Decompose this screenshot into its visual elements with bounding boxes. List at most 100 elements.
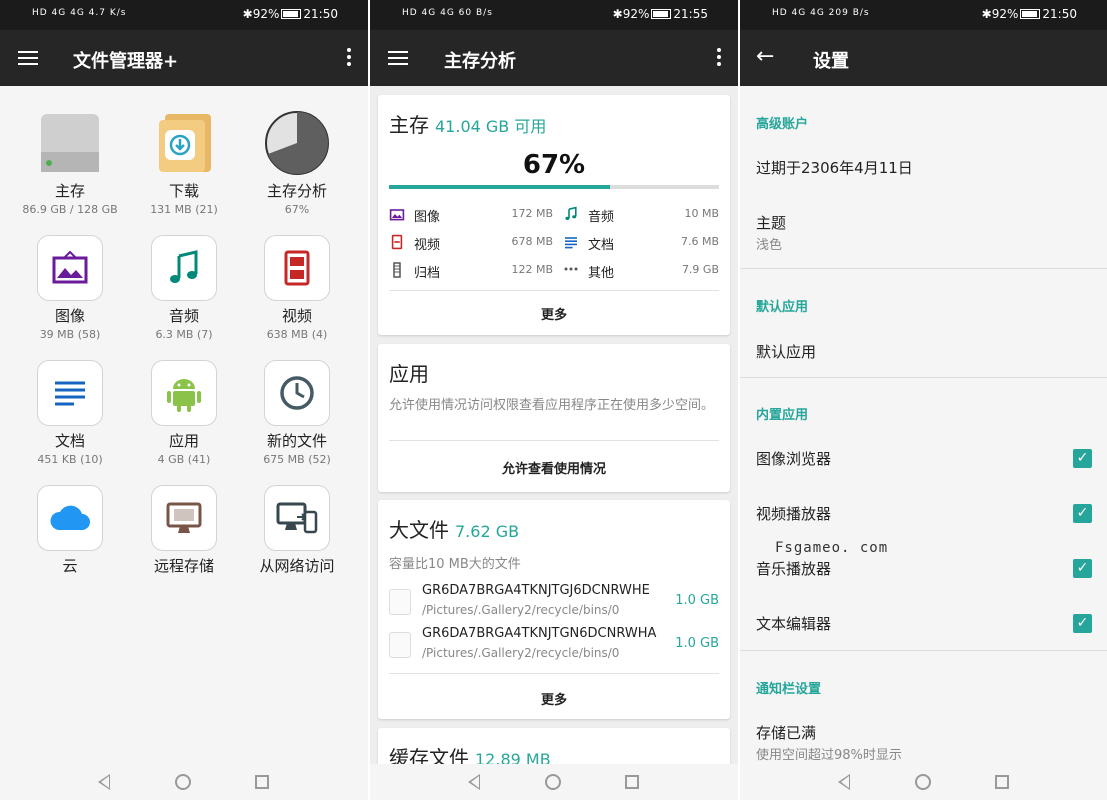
back-arrow-icon[interactable]: ← [756, 44, 774, 69]
storage-available: 41.04 GB 可用 [435, 117, 547, 136]
category-label: 远程存储 [153, 557, 214, 575]
storage-more-button[interactable]: 更多 [378, 304, 730, 323]
large-files-more-button[interactable]: 更多 [378, 689, 730, 708]
builtin-app-setting[interactable]: 音乐播放器 [756, 558, 831, 579]
category-tile[interactable]: 图像 39 MB (58) [15, 235, 125, 341]
screen-title: 主存分析 [444, 51, 516, 72]
storage-full-desc: 使用空间超过98%时显示 [756, 748, 902, 763]
status-bar: HD 4G 4G 209 B/s ✱92% 21:50 [740, 0, 1107, 30]
overflow-menu-icon[interactable] [346, 48, 352, 68]
category-label: 新的文件 [266, 432, 327, 450]
battery-percent: 92% [622, 7, 650, 21]
storage-progress-bar [389, 185, 719, 189]
expiry-setting[interactable]: 过期于2306年4月11日 [756, 157, 913, 178]
section-notification: 通知栏设置 [756, 682, 822, 697]
menu-icon[interactable] [388, 51, 408, 65]
status-network: HD 4G 4G 60 B/s [402, 8, 493, 18]
divider [740, 377, 1107, 378]
storage-stat-film[interactable]: 视频 678 MB [389, 234, 553, 254]
nav-home-icon[interactable] [175, 774, 191, 790]
stat-label: 图像 [414, 210, 441, 225]
large-files-desc: 容量比10 MB大的文件 [389, 557, 521, 572]
category-tile[interactable]: 下载 131 MB (21) [129, 110, 239, 216]
category-tile[interactable]: 从网络访问 [242, 485, 352, 576]
nav-back-icon[interactable] [838, 774, 850, 790]
category-label: 主存 [54, 182, 85, 200]
status-bar: HD 4G 4G 60 B/s ✱92% 21:55 [370, 0, 738, 30]
category-label: 下载 [168, 182, 199, 200]
storage-full-setting[interactable]: 存储已满 [756, 722, 816, 743]
status-bar: HD 4G 4G 4.7 K/s ✱92% 21:50 [0, 0, 368, 30]
nav-recent-icon[interactable] [995, 775, 1009, 789]
overflow-menu-icon[interactable] [716, 48, 722, 68]
music-note-icon [151, 235, 217, 301]
builtin-app-checkbox[interactable]: ✓ [1073, 504, 1092, 523]
settings-screen: HD 4G 4G 209 B/s ✱92% 21:50 ← 设置 高级账户 过期于… [740, 0, 1107, 800]
builtin-app-checkbox[interactable]: ✓ [1073, 614, 1092, 633]
nav-home-icon[interactable] [915, 774, 931, 790]
apps-card-title: 应用 [389, 362, 429, 386]
category-tile[interactable]: 主存 86.9 GB / 128 GB [15, 110, 125, 216]
image-icon [389, 206, 405, 225]
clock-icon [264, 360, 330, 426]
screen-title: 设置 [813, 51, 849, 72]
large-file-row[interactable]: GR6DA7BRGA4TKNJTGN6DCNRWHA/Pictures/.Gal… [389, 626, 719, 666]
download-folder-icon [151, 110, 217, 176]
pie-chart-icon [264, 110, 330, 176]
builtin-app-setting[interactable]: 图像浏览器 [756, 448, 831, 469]
network-devices-icon [264, 485, 330, 551]
battery-icon [281, 9, 302, 19]
stat-label: 归档 [414, 266, 441, 281]
category-tile[interactable]: 音频 6.3 MB (7) [129, 235, 239, 341]
storage-stat-archive[interactable]: 归档 122 MB [389, 262, 553, 282]
nav-recent-icon[interactable] [625, 775, 639, 789]
builtin-app-setting[interactable]: 文本编辑器 [756, 613, 831, 634]
nav-back-icon[interactable] [468, 774, 480, 790]
builtin-app-setting[interactable]: 视频播放器 [756, 503, 831, 524]
storage-drive-icon [37, 110, 103, 176]
category-tile[interactable]: 主存分析 67% [242, 110, 352, 216]
stat-label: 其他 [588, 266, 615, 281]
section-premium: 高级账户 [756, 117, 809, 132]
category-label: 应用 [168, 432, 199, 450]
large-file-row[interactable]: GR6DA7BRGA4TKNJTGJ6DCNRWHE/Pictures/.Gal… [389, 583, 719, 623]
storage-stat-music-note[interactable]: 音频 10 MB [563, 206, 719, 226]
status-time: 21:50 [303, 7, 338, 21]
category-tile[interactable]: 新的文件 675 MB (52) [242, 360, 352, 466]
system-nav-bar [0, 764, 368, 800]
category-tile[interactable]: 文档 451 KB (10) [15, 360, 125, 466]
category-tile[interactable]: 应用 4 GB (41) [129, 360, 239, 466]
menu-icon[interactable] [18, 51, 38, 65]
section-default-apps: 默认应用 [756, 300, 809, 315]
storage-stat-image[interactable]: 图像 172 MB [389, 206, 553, 226]
stat-value: 678 MB [511, 235, 553, 248]
category-label: 云 [62, 557, 78, 575]
file-icon [389, 589, 411, 615]
large-files-title: 大文件 7.62 GB [389, 518, 520, 542]
category-tile[interactable]: 云 [15, 485, 125, 576]
builtin-app-checkbox[interactable]: ✓ [1073, 449, 1092, 468]
builtin-app-checkbox[interactable]: ✓ [1073, 559, 1092, 578]
stat-value: 122 MB [511, 263, 553, 276]
divider [389, 290, 719, 291]
system-nav-bar [740, 764, 1107, 800]
file-manager-home-screen: HD 4G 4G 4.7 K/s ✱92% 21:50 文件管理器+ 主存 86.9… [0, 0, 368, 800]
file-path: /Pictures/.Gallery2/recycle/bins/0 [422, 646, 620, 660]
status-right: ✱92% 21:50 [981, 7, 1077, 21]
nav-recent-icon[interactable] [255, 775, 269, 789]
category-size: 131 MB (21) [150, 203, 218, 216]
category-size: 86.9 GB / 128 GB [22, 203, 118, 216]
category-tile[interactable]: 视频 638 MB (4) [242, 235, 352, 341]
divider [389, 440, 719, 441]
music-note-icon [563, 206, 579, 225]
storage-stat-more-dots[interactable]: 其他 7.9 GB [563, 262, 719, 282]
default-apps-setting[interactable]: 默认应用 [756, 341, 816, 362]
nav-back-icon[interactable] [98, 774, 110, 790]
storage-stat-document-lines[interactable]: 文档 7.6 MB [563, 234, 719, 254]
category-tile[interactable]: 远程存储 [129, 485, 239, 576]
category-label: 主存分析 [266, 182, 327, 200]
allow-usage-button[interactable]: 允许查看使用情况 [378, 458, 730, 477]
theme-setting[interactable]: 主题 [756, 212, 786, 233]
theme-value: 浅色 [756, 238, 783, 253]
nav-home-icon[interactable] [545, 774, 561, 790]
